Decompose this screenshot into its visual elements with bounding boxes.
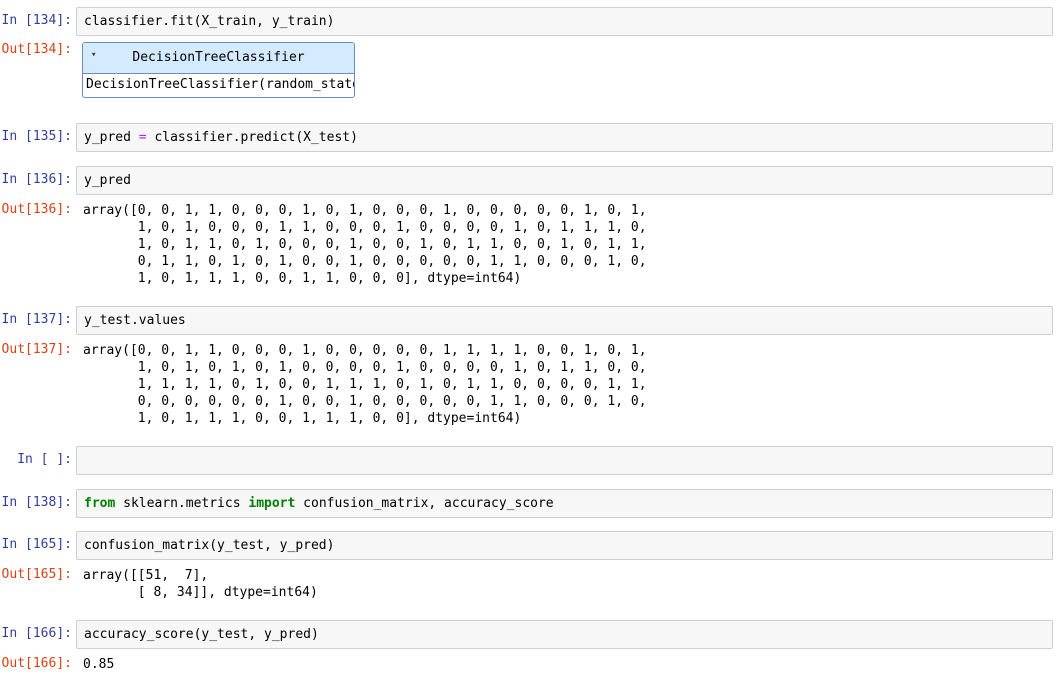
code-cell-137[interactable]: y_test.values: [76, 306, 1053, 335]
code-text: classifier.fit(X_train, y_train): [84, 14, 335, 29]
code-cell-138[interactable]: from sklearn.metrics import confusion_ma…: [76, 489, 1053, 518]
estimator-repr: DecisionTreeClassifier(random_state=1): [86, 77, 355, 92]
code-text: y_pred = classifier.predict(X_test): [84, 130, 358, 145]
estimator-name: DecisionTreeClassifier: [132, 50, 305, 65]
in-prompt-137: In [137]:: [1, 312, 72, 327]
code-text: from sklearn.metrics import confusion_ma…: [84, 496, 554, 511]
code-cell-134[interactable]: classifier.fit(X_train, y_train): [76, 7, 1053, 36]
output-text-166: 0.85: [83, 657, 115, 672]
code-cell-165[interactable]: confusion_matrix(y_test, y_pred): [76, 531, 1053, 560]
out-prompt-165: Out[165]:: [1, 567, 72, 582]
code-text: confusion_matrix(y_test, y_pred): [84, 538, 335, 553]
module-name: sklearn.metrics: [115, 496, 249, 511]
output-text-137: array([0, 0, 1, 1, 0, 0, 0, 1, 0, 0, 0, …: [83, 343, 647, 426]
output-text-165: array([[51, 7], [ 8, 34]], dtype=int64): [83, 568, 318, 600]
in-prompt-134: In [134]:: [1, 13, 72, 28]
in-prompt-135: In [135]:: [1, 129, 72, 144]
code-text: accuracy_score(y_test, y_pred): [84, 627, 319, 642]
out-prompt-166: Out[166]:: [1, 656, 72, 671]
out-prompt-134: Out[134]:: [1, 42, 72, 57]
in-prompt-138: In [138]:: [1, 495, 72, 510]
assign-operator: =: [138, 130, 147, 145]
code-lhs: y_pred: [84, 130, 139, 145]
out-prompt-137: Out[137]:: [1, 342, 72, 357]
in-prompt-166: In [166]:: [1, 626, 72, 641]
code-rhs: classifier.predict(X_test): [146, 130, 358, 145]
output-text-136: array([0, 0, 1, 1, 0, 0, 0, 1, 0, 1, 0, …: [83, 203, 647, 286]
estimator-display[interactable]: ▾ DecisionTreeClassifier DecisionTreeCla…: [82, 42, 355, 98]
keyword-from: from: [84, 496, 116, 511]
code-cell-135[interactable]: y_pred = classifier.predict(X_test): [76, 123, 1053, 152]
imported-names: confusion_matrix, accuracy_score: [295, 496, 554, 511]
code-cell-136[interactable]: y_pred: [76, 166, 1053, 195]
out-prompt-136: Out[136]:: [1, 202, 72, 217]
keyword-import: import: [248, 496, 296, 511]
code-cell-empty[interactable]: [76, 446, 1053, 475]
in-prompt-empty: In [ ]:: [17, 452, 72, 467]
code-text: y_test.values: [84, 313, 186, 328]
code-cell-166[interactable]: accuracy_score(y_test, y_pred): [76, 620, 1053, 649]
in-prompt-136: In [136]:: [1, 172, 72, 187]
in-prompt-165: In [165]:: [1, 537, 72, 552]
code-text: y_pred: [84, 173, 131, 188]
estimator-header[interactable]: ▾ DecisionTreeClassifier: [83, 43, 354, 74]
